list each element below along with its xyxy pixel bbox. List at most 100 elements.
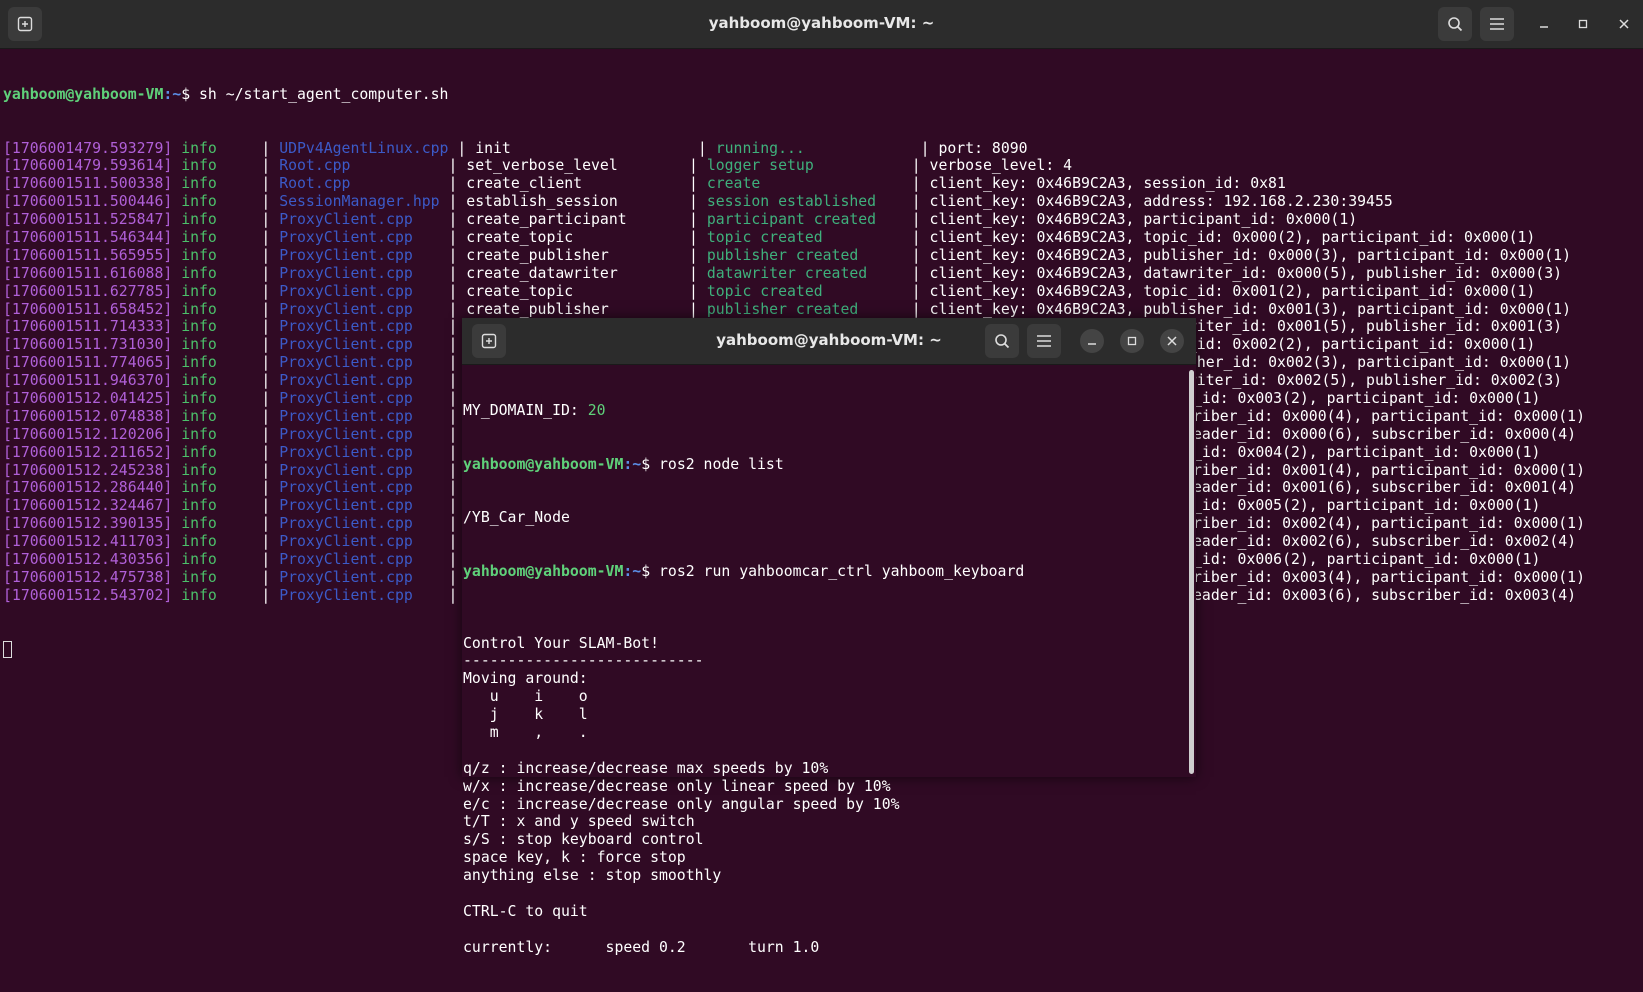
log-status: topic created [706, 282, 823, 300]
node-output: /YB_Car_Node [463, 509, 570, 527]
log-level: info [181, 461, 217, 479]
help-line: w/x : increase/decrease only linear spee… [463, 777, 891, 795]
help-line: Moving around: [463, 670, 588, 688]
prompt-dollar: $ [181, 85, 200, 103]
log-timestamp: [1706001511.616088] [3, 264, 173, 282]
log-row: [1706001511.525847] info | ProxyClient.c… [3, 211, 1358, 229]
overlay-terminal-output[interactable]: MY_DOMAIN_ID: 20 yahboom@yahboom-VM:~$ r… [463, 366, 1024, 992]
log-row: [1706001511.658452] info | ProxyClient.c… [3, 300, 1571, 318]
log-level: info [181, 533, 217, 551]
log-level: info [181, 497, 217, 515]
log-detail: _id: 0x003(2), participant_id: 0x000(1) [1193, 389, 1541, 407]
domain-label: MY_DOMAIN_ID: [463, 401, 588, 419]
main-titlebar: yahboom@yahboom-VM: ~ [0, 0, 1643, 49]
log-detail: client_key: 0x46B9C2A3, participant_id: … [929, 211, 1358, 229]
search-icon [995, 334, 1010, 349]
log-level: info [181, 318, 217, 336]
domain-value: 20 [587, 401, 606, 419]
log-detail: verbose_level: 4 [929, 157, 1073, 175]
log-detail: client_key: 0x46B9C2A3, address: 192.168… [929, 193, 1393, 211]
prompt-path: :~ [623, 455, 642, 473]
prompt-user: yahboom@yahboom-VM [3, 85, 164, 103]
log-level: info [181, 479, 217, 497]
log-timestamp: [1706001511.525847] [3, 211, 173, 229]
overlay-menu-button[interactable] [1027, 324, 1061, 358]
log-timestamp: [1706001511.546344] [3, 228, 173, 246]
log-timestamp: [1706001511.658452] [3, 300, 173, 318]
overlay-search-button[interactable] [985, 324, 1019, 358]
log-status: publisher created [706, 246, 859, 264]
overlay-close-button[interactable] [1160, 329, 1184, 353]
maximize-button[interactable] [1571, 12, 1595, 36]
log-action: establish_session [466, 193, 618, 211]
command-line-1: yahboom@yahboom-VM:~$ ros2 node list [463, 456, 1024, 474]
log-level: info [181, 407, 217, 425]
log-detail: client_key: 0x46B9C2A3, publisher_id: 0x… [929, 300, 1571, 318]
maximize-icon [1578, 19, 1588, 29]
log-source-file: ProxyClient.cpp [279, 228, 413, 246]
log-level: info [181, 372, 217, 390]
overlay-maximize-button[interactable] [1120, 329, 1144, 353]
log-source-file: ProxyClient.cpp [279, 211, 413, 229]
log-source-file: ProxyClient.cpp [279, 336, 413, 354]
help-line: q/z : increase/decrease max speeds by 10… [463, 759, 829, 777]
overlay-scrollbar[interactable] [1189, 370, 1194, 774]
log-detail: eader_id: 0x000(6), subscriber_id: 0x000… [1193, 425, 1577, 443]
menu-button[interactable] [1480, 7, 1514, 41]
help-line: m , . [463, 723, 588, 741]
help-line: e/c : increase/decrease only angular spe… [463, 795, 900, 813]
log-source-file: Root.cpp [279, 175, 351, 193]
log-source-file: ProxyClient.cpp [279, 282, 413, 300]
overlay-minimize-button[interactable] [1080, 329, 1104, 353]
log-level: info [181, 246, 217, 264]
log-detail: eader_id: 0x003(6), subscriber_id: 0x003… [1193, 586, 1577, 604]
log-source-file: ProxyClient.cpp [279, 389, 413, 407]
log-level: info [181, 300, 217, 318]
log-status: create [706, 175, 761, 193]
domain-id-line: MY_DOMAIN_ID: 20 [463, 402, 1024, 420]
help-line [463, 921, 1024, 939]
log-source-file: ProxyClient.cpp [279, 407, 413, 425]
log-level: info [181, 586, 217, 604]
log-detail: client_key: 0x46B9C2A3, topic_id: 0x000(… [929, 228, 1536, 246]
help-line: u i o [463, 688, 588, 706]
close-button[interactable] [1612, 12, 1636, 36]
search-button[interactable] [1438, 7, 1472, 41]
minimize-icon [1088, 343, 1096, 345]
log-timestamp: [1706001512.324467] [3, 497, 173, 515]
log-status: publisher created [706, 300, 859, 318]
log-level: info [181, 175, 217, 193]
log-status: running... [715, 139, 805, 157]
log-detail: client_key: 0x46B9C2A3, publisher_id: 0x… [929, 246, 1571, 264]
log-source-file: ProxyClient.cpp [279, 318, 413, 336]
log-detail: riber_id: 0x001(4), participant_id: 0x00… [1193, 461, 1585, 479]
log-level: info [181, 157, 217, 175]
log-timestamp: [1706001512.074838] [3, 407, 173, 425]
log-action: init [475, 139, 511, 157]
log-timestamp: [1706001511.714333] [3, 318, 173, 336]
hamburger-menu-icon [1037, 335, 1051, 347]
log-detail: client_key: 0x46B9C2A3, topic_id: 0x001(… [929, 282, 1536, 300]
log-source-file: ProxyClient.cpp [279, 515, 413, 533]
log-timestamp: [1706001512.245238] [3, 461, 173, 479]
log-detail: eader_id: 0x002(6), subscriber_id: 0x002… [1193, 533, 1577, 551]
log-source-file: ProxyClient.cpp [279, 479, 413, 497]
log-status: topic created [706, 228, 823, 246]
log-timestamp: [1706001511.774065] [3, 354, 173, 372]
log-timestamp: [1706001512.120206] [3, 425, 173, 443]
close-icon [1167, 336, 1177, 346]
command-text: sh ~/start_agent_computer.sh [199, 85, 449, 103]
prompt-path: :~ [623, 562, 642, 580]
help-line: CTRL-C to quit [463, 902, 588, 920]
help-line: currently: speed 0.2 turn 1.0 [463, 938, 820, 956]
minimize-button[interactable] [1532, 12, 1556, 36]
log-detail: port: 8090 [938, 139, 1028, 157]
log-source-file: ProxyClient.cpp [279, 425, 413, 443]
log-row: [1706001479.593279] info | UDPv4AgentLin… [3, 139, 1028, 157]
log-timestamp: [1706001512.411703] [3, 533, 173, 551]
search-icon [1448, 17, 1463, 32]
log-action: create_client [466, 175, 583, 193]
log-status: logger setup [706, 157, 814, 175]
log-timestamp: [1706001479.593279] [3, 139, 173, 157]
log-timestamp: [1706001511.946370] [3, 372, 173, 390]
